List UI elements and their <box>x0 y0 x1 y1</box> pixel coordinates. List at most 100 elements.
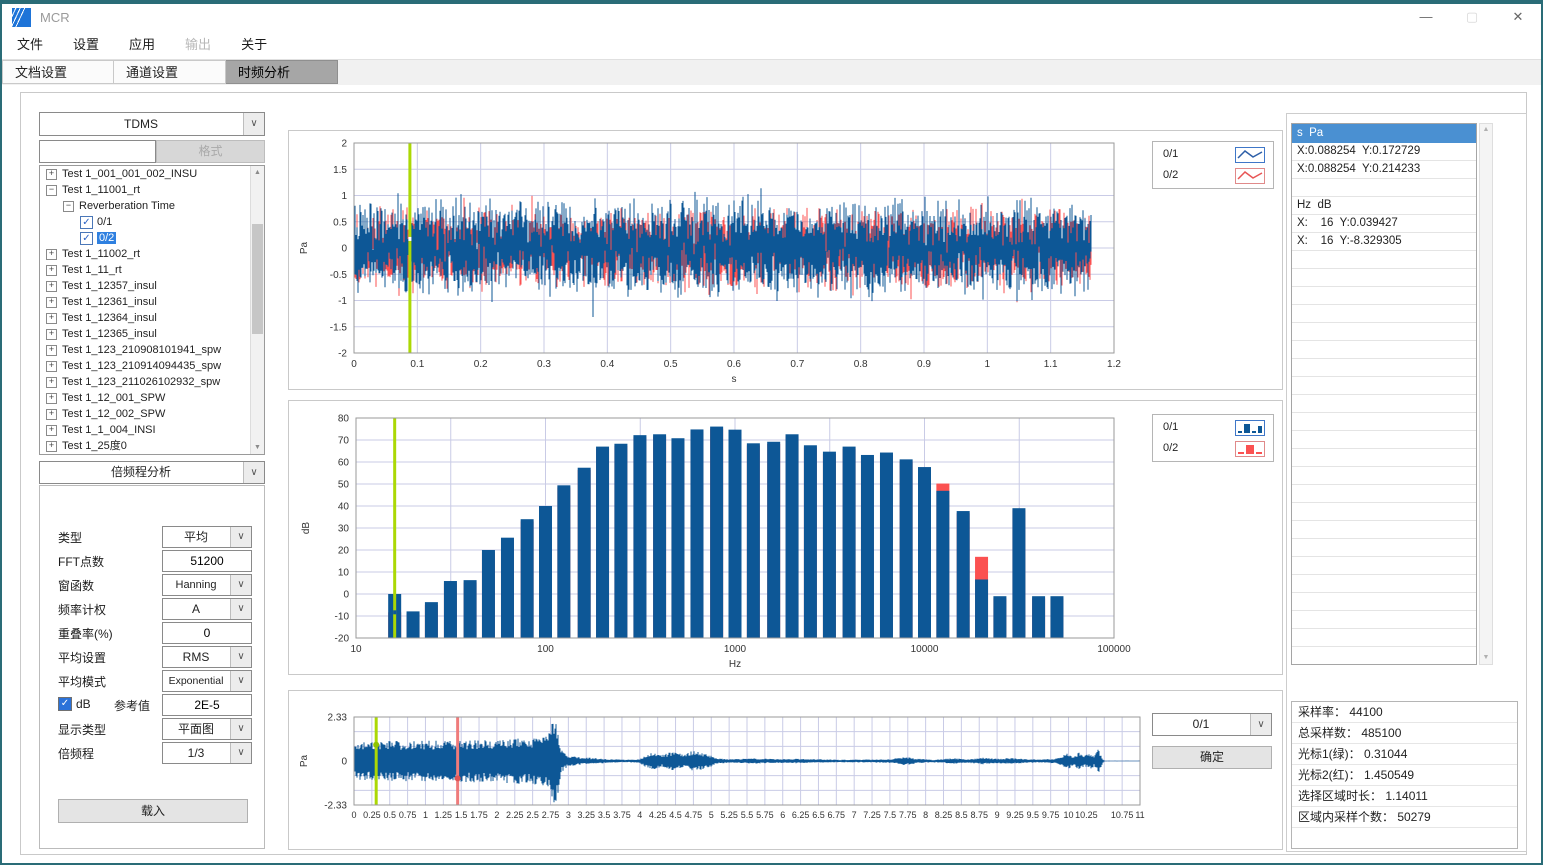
confirm-button[interactable]: 确定 <box>1152 746 1272 769</box>
overlap-label: 重叠率(%) <box>58 625 113 642</box>
menu-item-1[interactable]: 设置 <box>58 32 114 58</box>
window-function-select[interactable]: Hanning ∨ <box>162 574 252 596</box>
filter-input[interactable] <box>39 140 156 163</box>
tree-item[interactable]: +Test 1_12361_insul <box>40 294 264 310</box>
svg-text:1000: 1000 <box>724 644 747 655</box>
tab-2[interactable]: 时频分析 <box>226 60 338 84</box>
expand-icon[interactable]: + <box>46 441 57 452</box>
maximize-button[interactable]: ▢ <box>1449 4 1495 32</box>
stat-row: 采样率： 44100 <box>1292 702 1517 723</box>
menu-item-0[interactable]: 文件 <box>2 32 58 58</box>
svg-text:0.9: 0.9 <box>917 359 931 370</box>
svg-text:5.75: 5.75 <box>756 810 774 820</box>
tree-item[interactable]: +Test 1_12_002_SPW <box>40 406 264 422</box>
readout-header-row[interactable]: s Pa <box>1292 124 1476 143</box>
titlebar: MCR — ▢ ✕ <box>2 4 1541 32</box>
readout-scrollbar[interactable]: ▲ ▼ <box>1479 123 1493 665</box>
tree-item[interactable]: +Test 1_123_211026102932_spw <box>40 374 264 390</box>
octave-spectrum-chart[interactable]: 80706050403020100-10-2010100100010000100… <box>288 400 1283 675</box>
readout-row <box>1292 251 1476 269</box>
expand-icon[interactable]: + <box>46 377 57 388</box>
svg-text:1: 1 <box>985 359 991 370</box>
expand-icon[interactable]: + <box>46 345 57 356</box>
expand-icon[interactable]: + <box>46 329 57 340</box>
svg-text:0.4: 0.4 <box>600 359 614 370</box>
tree-item[interactable]: +Test 1_25度0 <box>40 438 264 454</box>
tree-item[interactable]: +Test 1_001_001_002_INSU <box>40 166 264 182</box>
reference-label: 参考值 <box>114 697 150 714</box>
collapse-icon[interactable]: − <box>63 201 74 212</box>
tree-item[interactable]: +Test 1_11002_rt <box>40 246 264 262</box>
avg-mode-select[interactable]: Exponential ∨ <box>162 670 252 692</box>
expand-icon[interactable]: + <box>46 281 57 292</box>
collapse-icon[interactable]: − <box>46 185 57 196</box>
expand-icon[interactable]: + <box>46 361 57 372</box>
svg-text:8.5: 8.5 <box>955 810 968 820</box>
svg-text:10: 10 <box>350 644 362 655</box>
expand-icon[interactable]: + <box>46 425 57 436</box>
legend-item: 0/1 <box>1153 417 1273 438</box>
expand-icon[interactable]: + <box>46 313 57 324</box>
tree-scrollbar[interactable]: ▲▼ <box>250 166 264 454</box>
tree-item[interactable]: ✓0/2 <box>40 230 264 246</box>
reference-input[interactable] <box>162 694 252 716</box>
svg-text:10000: 10000 <box>911 644 939 655</box>
analysis-type-select[interactable]: 倍频程分析 ∨ <box>39 461 265 484</box>
time-waveform-chart[interactable]: 21.510.50-0.5-1-1.5-200.10.20.30.40.50.6… <box>288 130 1283 390</box>
readout-row <box>1292 449 1476 467</box>
tab-1[interactable]: 通道设置 <box>114 60 226 84</box>
menu-item-4[interactable]: 关于 <box>226 32 282 58</box>
overview-channel-select[interactable]: 0/1 ∨ <box>1152 713 1272 736</box>
tree-item[interactable]: +Test 1_12_001_SPW <box>40 390 264 406</box>
octave-select[interactable]: 1/3 ∨ <box>162 742 252 764</box>
expand-icon[interactable]: + <box>46 297 57 308</box>
avg-setting-select[interactable]: RMS ∨ <box>162 646 252 668</box>
tree-item[interactable]: ✓0/1 <box>40 214 264 230</box>
overview-waveform-chart[interactable]: 2.330-2.3300.250.50.7511.251.51.7522.252… <box>288 690 1283 850</box>
overlap-input[interactable] <box>162 622 252 644</box>
format-button[interactable]: 格式 <box>156 140 265 163</box>
scroll-thumb[interactable] <box>252 224 263 334</box>
tree-item[interactable]: +Test 1_123_210908101941_spw <box>40 342 264 358</box>
expand-icon[interactable]: + <box>46 169 57 180</box>
readout-row <box>1292 503 1476 521</box>
chevron-down-icon: ∨ <box>243 462 264 483</box>
expand-icon[interactable]: + <box>46 249 57 260</box>
weighting-select[interactable]: A ∨ <box>162 598 252 620</box>
channel-checkbox[interactable]: ✓ <box>80 216 93 229</box>
scroll-up-icon[interactable]: ▲ <box>1480 124 1492 136</box>
tree-item[interactable]: +Test 1_123_210914094435_spw <box>40 358 264 374</box>
tree-item[interactable]: +Test 1_12357_insul <box>40 278 264 294</box>
type-select[interactable]: 平均 ∨ <box>162 526 252 548</box>
tab-0[interactable]: 文档设置 <box>2 60 114 84</box>
tree-item[interactable]: +Test 1_12365_insul <box>40 326 264 342</box>
scroll-up-icon[interactable]: ▲ <box>251 166 264 179</box>
svg-text:0: 0 <box>351 810 356 820</box>
close-button[interactable]: ✕ <box>1495 4 1541 32</box>
menu-item-2[interactable]: 应用 <box>114 32 170 58</box>
svg-text:2.25: 2.25 <box>506 810 524 820</box>
cursor-readout-list[interactable]: s PaX:0.088254 Y:0.172729X:0.088254 Y:0.… <box>1291 123 1477 665</box>
svg-text:7.25: 7.25 <box>863 810 881 820</box>
svg-text:0.7: 0.7 <box>790 359 804 370</box>
tree-item[interactable]: +Test 1_12364_insul <box>40 310 264 326</box>
scroll-down-icon[interactable]: ▼ <box>251 441 264 454</box>
expand-icon[interactable]: + <box>46 409 57 420</box>
load-button[interactable]: 载入 <box>58 799 248 823</box>
tree-item[interactable]: −Reverberation Time <box>40 198 264 214</box>
file-format-select[interactable]: TDMS ∨ <box>39 112 265 136</box>
display-type-select[interactable]: 平面图 ∨ <box>162 718 252 740</box>
db-checkbox[interactable]: ✓ <box>58 697 72 711</box>
tree-item[interactable]: +Test 1_1_004_INSI <box>40 422 264 438</box>
file-tree[interactable]: +Test 1_001_001_002_INSU−Test 1_11001_rt… <box>39 165 265 455</box>
tree-item[interactable]: −Test 1_11001_rt <box>40 182 264 198</box>
menu-item-3: 输出 <box>170 32 226 58</box>
expand-icon[interactable]: + <box>46 265 57 276</box>
fft-points-input[interactable] <box>162 550 252 572</box>
cursor-readout-panel: s PaX:0.088254 Y:0.172729X:0.088254 Y:0.… <box>1291 123 1522 665</box>
expand-icon[interactable]: + <box>46 393 57 404</box>
channel-checkbox[interactable]: ✓ <box>80 232 93 245</box>
scroll-down-icon[interactable]: ▼ <box>1480 652 1492 664</box>
tree-item[interactable]: +Test 1_11_rt <box>40 262 264 278</box>
minimize-button[interactable]: — <box>1403 4 1449 32</box>
